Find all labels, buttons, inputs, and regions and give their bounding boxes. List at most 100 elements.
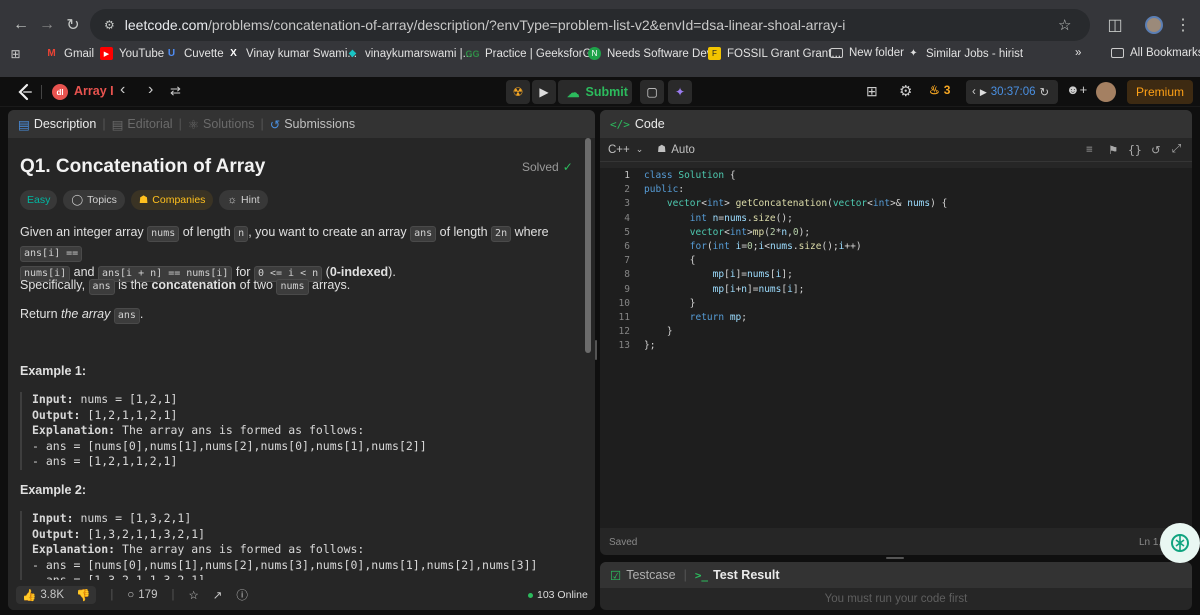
reset-icon[interactable]: ↻	[1040, 85, 1050, 99]
leetcode-logo[interactable]	[16, 83, 34, 101]
vertical-splitter[interactable]	[886, 557, 904, 559]
profile-avatar[interactable]	[1145, 16, 1163, 34]
notes-icon[interactable]: ▢	[640, 80, 664, 104]
bookmark-x[interactable]: X Vinay kumar Swami...	[227, 47, 357, 60]
shuffle-icon[interactable]: ⇄	[170, 83, 181, 99]
bookmark-fossil[interactable]: F FOSSIL Grant Grant...	[708, 47, 841, 60]
bookmark-similar-jobs[interactable]: ✦ Similar Jobs - hirist	[907, 47, 1023, 60]
tab-description[interactable]: ▤ Description	[18, 117, 96, 132]
prev-problem-icon[interactable]: ‹	[120, 81, 125, 99]
address-row: ← → ↻ ⚙ leetcode.com/problems/concatenat…	[0, 6, 1200, 44]
bookmark-needs-software[interactable]: N Needs Software Dev...	[588, 47, 721, 60]
streak-counter[interactable]: ♨ 3	[929, 83, 950, 97]
problem-list-title[interactable]: Array I	[74, 84, 114, 98]
gmail-icon: M	[47, 48, 56, 59]
description-content: Q1. Concatenation of Array Solved ✓ Easy …	[20, 138, 573, 589]
fossil-icon: F	[708, 47, 721, 60]
timer[interactable]: ‹ ▶ 30:37:06 ↻	[966, 80, 1058, 104]
address-bar[interactable]: ⚙ leetcode.com/problems/concatenation-of…	[90, 9, 1090, 41]
save-status: Saved	[609, 537, 638, 548]
folder-icon	[1111, 48, 1124, 58]
bookmarks-bar: ⊞ M Gmail ▶ YouTube U Cuvette X Vinay kumar …	[0, 44, 1200, 68]
example-heading: Example 1:	[20, 364, 87, 378]
ai-icon[interactable]: ✦	[668, 80, 692, 104]
x-icon: X	[230, 48, 237, 59]
bookmark-vinaykumarswami[interactable]: ◆ vinaykumarswami |...	[346, 47, 473, 60]
bookmark-cuvette[interactable]: U Cuvette	[165, 47, 224, 60]
layout-icon[interactable]: ⊞	[866, 83, 878, 100]
comments-button[interactable]: ○ 179	[127, 589, 157, 601]
favorite-star-icon[interactable]: ☆	[188, 588, 198, 602]
url-site: leetcode.com	[124, 17, 209, 33]
code-line: public:	[644, 184, 685, 196]
youtube-icon: ▶	[100, 47, 113, 60]
code-line: vector<int>mp(2*n,0);	[689, 226, 811, 238]
tab-testcase[interactable]: ☑ Testcase	[610, 568, 676, 583]
fullscreen-icon[interactable]: ⤢	[1172, 143, 1181, 156]
user-avatar[interactable]	[1096, 82, 1116, 102]
hint-tag[interactable]: ☼ Hint	[219, 190, 268, 210]
checkbox-icon: ☑	[610, 568, 622, 583]
debug-icon[interactable]: ☢	[506, 80, 530, 104]
panel-splitter[interactable]	[595, 340, 597, 360]
run-button[interactable]: ▶	[532, 80, 556, 104]
code-editor[interactable]: 1 2 3 4 5 6 7 8 9 10 11 12 13 class Solu…	[600, 168, 1192, 528]
apps-icon[interactable]: ⊞	[9, 47, 22, 61]
format-icon[interactable]: ≡	[1086, 144, 1093, 156]
code-tabbar: </> Code	[600, 110, 1192, 138]
check-circle-icon: ✓	[562, 160, 573, 174]
bookmarks-more[interactable]: »	[1075, 47, 1081, 59]
code-lines: class Solution {public: vector<int> getC…	[644, 170, 947, 354]
reset-code-icon[interactable]: ↺	[1151, 143, 1161, 157]
description-panel: ▤ Description | ▤ Editorial | ⚛ Solutions |…	[8, 110, 595, 610]
chatgpt-extension-icon[interactable]	[1160, 523, 1200, 563]
premium-button[interactable]: Premium	[1127, 80, 1193, 104]
code-tab[interactable]: </> Code	[610, 117, 665, 131]
like-button[interactable]: 👍 3.8K 👎	[16, 586, 97, 604]
url-path: /problems/concatenation-of-array/descrip…	[208, 17, 846, 33]
code-line: mp[i+n]=nums[i];	[712, 283, 805, 295]
play-icon[interactable]: ▶	[980, 87, 987, 98]
companies-tag[interactable]: ☗ Companies	[130, 190, 214, 210]
language-select[interactable]: C++ ⌄	[608, 144, 643, 156]
example-block: Input: nums = [1,2,1] Output: [1,2,1,1,2…	[20, 392, 570, 470]
chevron-left-icon[interactable]: ‹	[972, 86, 976, 98]
braces-icon[interactable]: {}	[1128, 143, 1142, 157]
example-2: Example 2: Input: nums = [1,3,2,1] Outpu…	[20, 483, 580, 589]
star-icon[interactable]: ☆	[1058, 16, 1071, 34]
tab-test-result[interactable]: >_ Test Result	[695, 568, 780, 582]
bookmark-new-folder[interactable]: New folder	[830, 47, 904, 59]
example-1: Example 1: Input: nums = [1,2,1] Output:…	[20, 364, 570, 470]
description-scrollbar[interactable]	[585, 138, 591, 353]
chevron-down-icon: ⌄	[635, 143, 644, 154]
topics-tag[interactable]: ◯ Topics	[63, 190, 125, 210]
bookmark-youtube[interactable]: ▶ YouTube	[100, 47, 164, 60]
reload-icon[interactable]: ↻	[62, 14, 84, 36]
tab-solutions[interactable]: ⚛ Solutions	[188, 117, 255, 132]
help-icon[interactable]: ⓘ	[236, 587, 248, 603]
settings-icon[interactable]: ⚙	[899, 82, 912, 100]
tab-submissions[interactable]: ↺ Submissions	[270, 117, 355, 132]
forward-icon[interactable]: →	[36, 14, 58, 36]
tab-editorial[interactable]: ▤ Editorial	[112, 117, 173, 132]
thumbs-down-icon[interactable]: 👎	[76, 588, 90, 602]
bookmark-geeksforgeeks[interactable]: GG Practice | GeeksforG...	[466, 47, 602, 60]
history-icon: ↺	[269, 117, 281, 132]
autosave-indicator[interactable]: ☗ Auto	[657, 144, 695, 156]
next-problem-icon[interactable]: ›	[148, 81, 153, 99]
submit-button[interactable]: ☁ Submit	[558, 80, 632, 104]
description-tabbar: ▤ Description | ▤ Editorial | ⚛ Solutions |…	[8, 110, 595, 138]
menu-icon[interactable]: ⋮	[1172, 14, 1194, 36]
problem-title[interactable]: Q1. Concatenation of Array	[20, 156, 265, 178]
site-info-icon[interactable]: ⚙	[104, 18, 115, 32]
all-bookmarks[interactable]: All Bookmarks	[1111, 47, 1200, 59]
share-icon[interactable]: ↗	[213, 588, 223, 602]
folder-icon	[830, 48, 843, 58]
back-icon[interactable]: ←	[10, 14, 32, 36]
editor-toolbar: C++ ⌄ ☗ Auto ≡ ⚑ {} ↺ ⤢	[600, 138, 1192, 162]
add-user-icon[interactable]: ☻+	[1066, 82, 1087, 97]
code-line: }	[644, 326, 673, 338]
extensions-icon[interactable]: ◫	[1104, 14, 1126, 36]
bookmark-icon[interactable]: ⚑	[1108, 143, 1118, 157]
bookmark-gmail[interactable]: M Gmail	[45, 47, 94, 60]
